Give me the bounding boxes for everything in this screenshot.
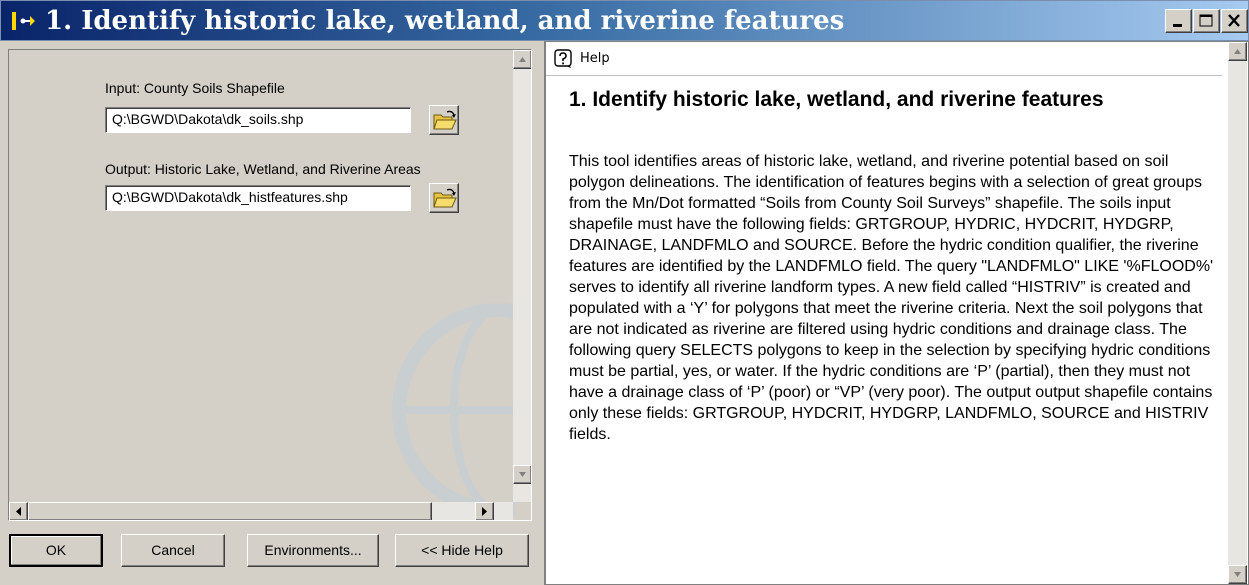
window-title: 1. Identify historic lake, wetland, and … bbox=[45, 6, 845, 36]
title-bar[interactable]: 1. Identify historic lake, wetland, and … bbox=[0, 0, 1249, 41]
input-shapefile-field[interactable]: Q:\BGWD\Dakota\dk_soils.shp bbox=[105, 107, 411, 133]
scroll-left-button[interactable] bbox=[9, 502, 28, 520]
arrow-up-icon bbox=[1234, 49, 1241, 54]
environments-button[interactable]: Environments... bbox=[247, 534, 379, 567]
minimize-icon bbox=[1173, 24, 1182, 27]
help-label: Help bbox=[580, 51, 610, 66]
help-scroll-up-button[interactable] bbox=[1228, 42, 1247, 61]
maximize-icon bbox=[1199, 14, 1213, 27]
help-vertical-scrollbar[interactable] bbox=[1228, 42, 1247, 584]
arrow-up-icon bbox=[519, 57, 526, 62]
maximize-button[interactable] bbox=[1193, 9, 1220, 33]
ok-button[interactable]: OK bbox=[9, 534, 103, 567]
arrow-right-icon bbox=[482, 507, 487, 516]
input-browse-button[interactable] bbox=[429, 105, 459, 135]
globe-watermark-icon bbox=[392, 303, 531, 517]
hide-help-button[interactable]: << Hide Help bbox=[395, 534, 529, 567]
tool-icon bbox=[12, 12, 35, 30]
scroll-up-button[interactable] bbox=[513, 50, 531, 69]
help-scroll-down-button[interactable] bbox=[1228, 565, 1247, 584]
output-shapefile-field[interactable]: Q:\BGWD\Dakota\dk_histfeatures.shp bbox=[105, 185, 411, 211]
help-icon bbox=[554, 49, 572, 68]
close-icon bbox=[1228, 14, 1240, 27]
arrow-left-icon bbox=[16, 507, 21, 516]
minimize-button[interactable] bbox=[1165, 9, 1192, 33]
open-folder-icon bbox=[433, 110, 457, 130]
input-label: Input: County Soils Shapefile bbox=[105, 80, 285, 96]
parameters-panel: Input: County Soils Shapefile Q:\BGWD\Da… bbox=[0, 41, 541, 585]
scroll-down-button[interactable] bbox=[513, 465, 531, 484]
output-label: Output: Historic Lake, Wetland, and Rive… bbox=[105, 161, 421, 177]
help-toolbar: Help bbox=[546, 42, 1222, 76]
cancel-button[interactable]: Cancel bbox=[121, 534, 225, 567]
arrow-down-icon bbox=[1234, 572, 1241, 577]
close-button[interactable] bbox=[1221, 9, 1248, 33]
parameters-area: Input: County Soils Shapefile Q:\BGWD\Da… bbox=[8, 49, 532, 521]
scroll-corner bbox=[515, 502, 531, 520]
help-panel: Help 1. Identify historic lake, wetland,… bbox=[545, 41, 1249, 585]
arrow-down-icon bbox=[519, 472, 526, 477]
help-description: This tool identifies areas of historic l… bbox=[569, 153, 1214, 443]
parameters-vertical-scrollbar[interactable] bbox=[513, 50, 531, 502]
scroll-right-button[interactable] bbox=[475, 502, 494, 520]
help-heading: 1. Identify historic lake, wetland, and … bbox=[569, 88, 1104, 111]
open-folder-icon bbox=[433, 188, 457, 208]
parameters-horizontal-scrollbar[interactable] bbox=[9, 502, 513, 520]
horizontal-scroll-thumb[interactable] bbox=[28, 502, 432, 520]
output-browse-button[interactable] bbox=[429, 183, 459, 213]
